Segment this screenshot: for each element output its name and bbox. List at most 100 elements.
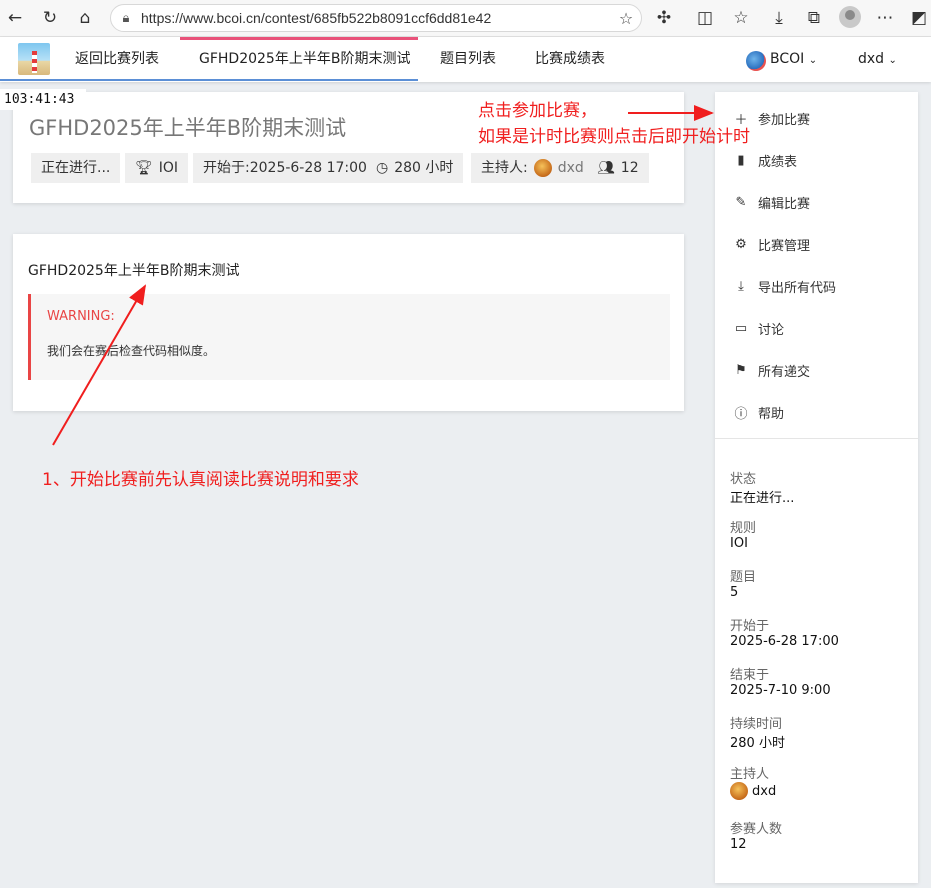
host-name[interactable]: dxd — [752, 784, 776, 799]
flag-icon: ⚑ — [735, 362, 747, 378]
info-label-participants: 参赛人数 — [730, 822, 783, 837]
all-submissions-link[interactable]: ⚑ 所有递交 — [731, 359, 810, 381]
plus-icon: ＋ — [734, 112, 748, 128]
gear-icon: ⚙ — [735, 236, 747, 252]
info-label-start: 开始于 — [730, 619, 770, 634]
pencil-icon: ✎ — [735, 194, 747, 210]
status-text: 正在进行... — [41, 160, 111, 176]
copilot-icon[interactable]: ◩ — [906, 5, 931, 31]
help-link[interactable]: ⓘ 帮助 — [731, 401, 784, 423]
host-name[interactable]: dxd — [558, 153, 584, 183]
host-badge[interactable]: 主持人: dxd — [471, 153, 594, 183]
avatar — [533, 159, 552, 177]
chevron-down-icon: ⌄ — [888, 55, 897, 66]
info-label-end: 结束于 — [730, 668, 770, 683]
edit-contest-label: 编辑比赛 — [758, 196, 811, 212]
description-title: GFHD2025年上半年B阶期末测试 — [28, 263, 240, 279]
countdown-timer: 103:41:43 — [0, 89, 86, 110]
start-time-badge: 开始于:2025-6-28 17:00 — [193, 153, 377, 183]
participants-count: 12 — [620, 160, 639, 176]
status-badge: 正在进行... — [31, 153, 121, 183]
users-icon: 👥︎ — [597, 160, 615, 176]
rule-badge: 🏆︎ IOI — [125, 153, 189, 183]
split-screen-icon[interactable]: ◫ — [692, 5, 718, 31]
address-bar[interactable]: 🔒︎ https://www.bcoi.cn/contest/685fb522b… — [110, 4, 642, 32]
site-logo[interactable] — [18, 43, 50, 75]
discussion-link[interactable]: ▭ 讨论 — [731, 317, 784, 339]
contest-sidebar: ＋ 参加比赛 ▮ 成绩表 ✎ 编辑比赛 ⚙ 比赛管理 ⤓ 导出所有代码 ▭ 讨论 ⚑ 所有递交… — [715, 92, 918, 883]
scoreboard-link[interactable]: ▮ 成绩表 — [731, 149, 797, 171]
reload-icon[interactable]: ↻ — [37, 5, 63, 31]
info-label-rule: 规则 — [730, 521, 757, 536]
avatar — [730, 782, 748, 800]
info-value-participants: 12 — [730, 837, 747, 852]
info-value-host[interactable]: dxd — [730, 782, 776, 800]
profile-avatar[interactable] — [839, 6, 861, 28]
nav-active-indicator — [180, 37, 418, 40]
downloads-icon[interactable]: ⤓ — [766, 5, 792, 31]
chevron-down-icon: ⌄ — [808, 55, 818, 66]
bar-chart-icon: ▮ — [737, 152, 745, 168]
info-value-end: 2025-7-10 9:00 — [730, 683, 831, 698]
download-icon: ⤓ — [738, 278, 744, 294]
back-icon[interactable]: ← — [2, 5, 28, 31]
info-label-duration: 持续时间 — [730, 717, 783, 732]
nav-scoreboard[interactable]: 比赛成绩表 — [535, 37, 605, 82]
duration-text: 280 小时 — [394, 160, 454, 176]
page-progress-bar — [0, 79, 418, 81]
screenshot-icon[interactable]: ⧉ — [801, 5, 827, 31]
annotation-join-line1: 点击参加比赛， — [478, 101, 597, 121]
info-value-duration: 280 小时 — [730, 736, 785, 751]
rule-text: IOI — [158, 160, 179, 176]
annotation-read-hint: 1、开始比赛前先认真阅读比赛说明和要求 — [42, 470, 359, 490]
info-label-host: 主持人 — [730, 767, 770, 782]
favorite-star-icon[interactable]: ☆ — [611, 9, 641, 28]
warning-title: WARNING: — [47, 309, 115, 324]
lock-icon[interactable]: 🔒︎ — [111, 11, 141, 26]
trophy-icon: 🏆︎ — [135, 160, 153, 176]
comment-icon: ▭ — [734, 320, 748, 336]
edit-contest-link[interactable]: ✎ 编辑比赛 — [731, 191, 810, 213]
manage-contest-label: 比赛管理 — [758, 238, 811, 254]
user-menu[interactable]: dxd ⌄ — [858, 37, 897, 82]
extensions-icon[interactable]: ✣ — [651, 5, 677, 31]
export-code-link[interactable]: ⤓ 导出所有代码 — [731, 275, 836, 297]
divider — [715, 438, 918, 439]
info-value-status: 正在进行... — [730, 491, 795, 506]
url-text[interactable]: https://www.bcoi.cn/contest/685fb522b809… — [141, 10, 611, 26]
all-submissions-label: 所有递交 — [758, 364, 811, 380]
warning-text: 我们会在赛后检查代码相似度。 — [47, 344, 216, 358]
user-label: dxd — [858, 51, 885, 67]
nav-problems[interactable]: 题目列表 — [440, 37, 496, 82]
participants-badge: 👥︎ 12 — [587, 153, 649, 183]
discussion-label: 讨论 — [758, 322, 785, 338]
manage-contest-link[interactable]: ⚙ 比赛管理 — [731, 233, 810, 255]
info-value-rule: IOI — [730, 536, 748, 551]
more-icon[interactable]: ⋯ — [872, 5, 898, 31]
host-label: 主持人: — [481, 160, 528, 176]
duration-badge: ◷ 280 小时 — [366, 153, 464, 183]
domain-switcher[interactable]: BCOI ⌄ — [770, 37, 817, 82]
export-code-label: 导出所有代码 — [758, 280, 837, 296]
help-label: 帮助 — [758, 406, 785, 422]
nav-contest-tab[interactable]: GFHD2025年上半年B阶期末测试 — [199, 37, 410, 82]
annotation-join-line2: 如果是计时比赛则点击后即开始计时 — [478, 127, 750, 147]
clock-icon: ◷ — [376, 160, 389, 176]
contest-description-card: GFHD2025年上半年B阶期末测试 WARNING: 我们会在赛后检查代码相似… — [13, 234, 684, 411]
help-icon: ⓘ — [734, 406, 748, 422]
browser-toolbar: ← ↻ ⌂ 🔒︎ https://www.bcoi.cn/contest/685… — [0, 0, 931, 37]
join-contest-label: 参加比赛 — [758, 112, 811, 128]
globe-icon — [746, 51, 766, 71]
favorites-icon[interactable]: ☆ — [728, 5, 754, 31]
home-icon[interactable]: ⌂ — [72, 5, 98, 31]
scoreboard-label: 成绩表 — [758, 154, 798, 170]
info-value-start: 2025-6-28 17:00 — [730, 634, 839, 649]
domain-label: BCOI — [770, 51, 805, 67]
nav-back-to-list[interactable]: 返回比赛列表 — [75, 37, 159, 82]
info-label-problems: 题目 — [730, 570, 757, 585]
info-label-status: 状态 — [730, 472, 757, 487]
page-title: GFHD2025年上半年B阶期末测试 — [29, 116, 347, 140]
info-value-problems: 5 — [730, 585, 739, 600]
site-navbar: 返回比赛列表 GFHD2025年上半年B阶期末测试 题目列表 比赛成绩表 BCO… — [0, 37, 931, 82]
start-time-text: 开始于:2025-6-28 17:00 — [203, 160, 367, 176]
